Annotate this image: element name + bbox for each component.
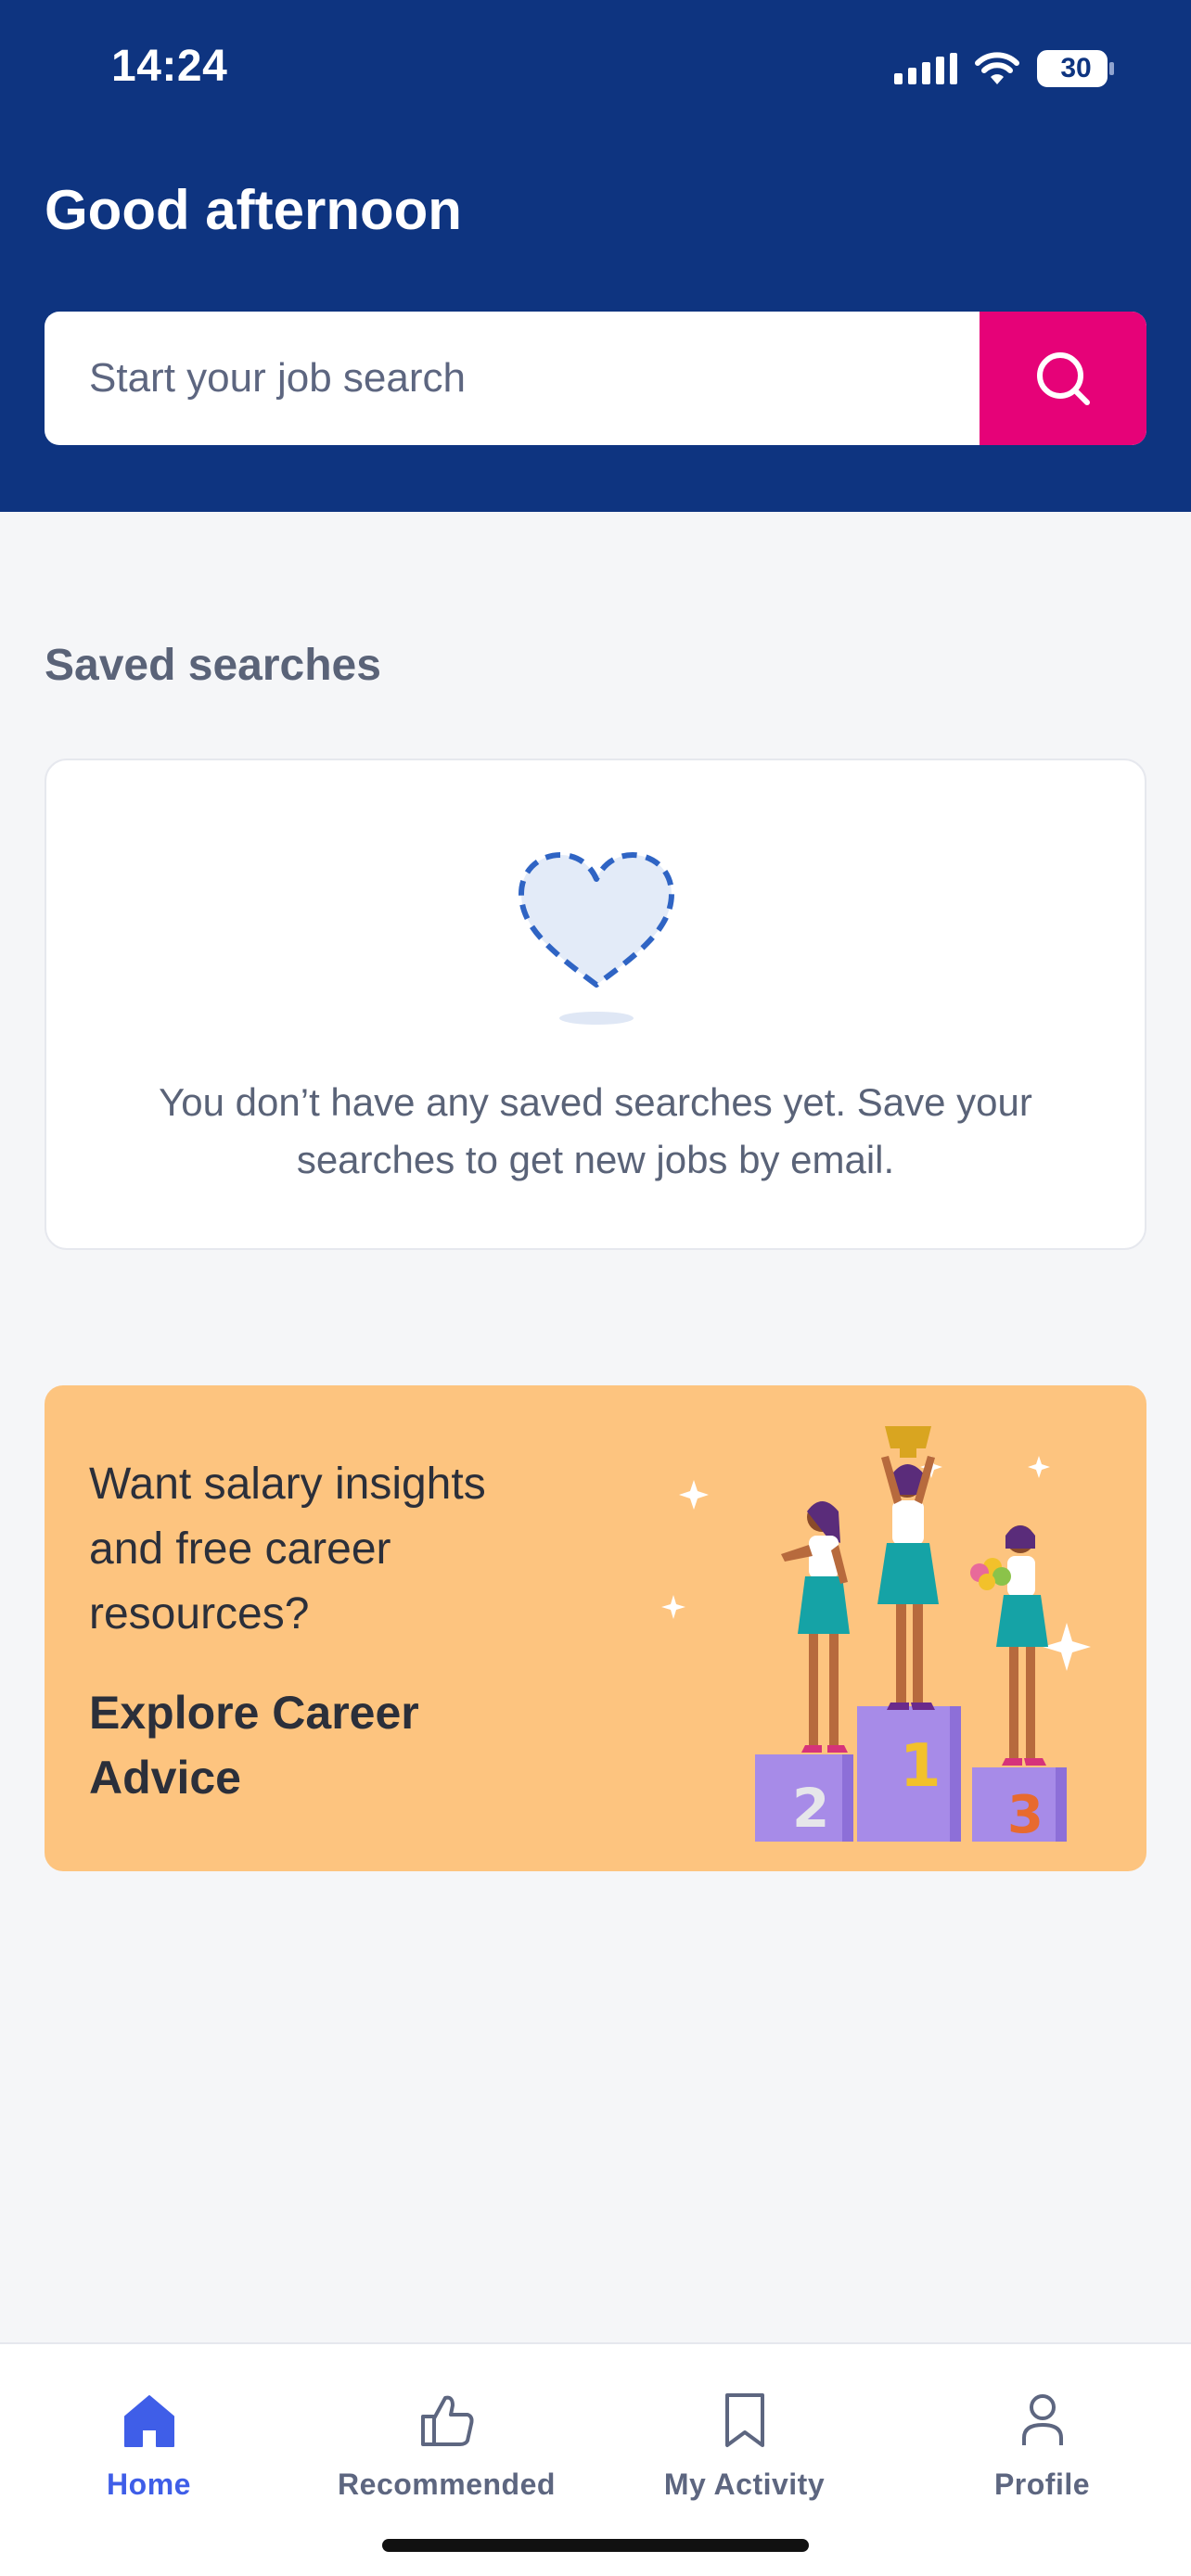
signal-icon <box>894 53 957 84</box>
app-screen: 14:24 30 Good afternoon Start your job s… <box>0 0 1191 2576</box>
nav-item-profile[interactable]: Profile <box>893 2363 1191 2502</box>
career-advice-banner[interactable]: Want salary insights and free career res… <box>45 1385 1146 1871</box>
header: 14:24 30 Good afternoon Start your job s… <box>0 0 1191 512</box>
nav-label-recommended: Recommended <box>338 2468 556 2501</box>
nav-item-recommended[interactable]: Recommended <box>298 2363 596 2502</box>
nav-item-home[interactable]: Home <box>0 2363 298 2502</box>
saved-searches-card: You don’t have any saved searches yet. S… <box>45 759 1146 1250</box>
search-bar <box>45 312 1146 445</box>
home-icon <box>119 2389 180 2451</box>
career-banner-text: Want salary insights and free career res… <box>89 1460 486 1639</box>
status-icons: 30 <box>894 46 1115 91</box>
status-time: 14:24 <box>111 42 228 91</box>
wifi-icon <box>974 51 1020 86</box>
status-bar: 14:24 30 <box>0 0 1191 139</box>
nav-item-my-activity[interactable]: My Activity <box>596 2363 893 2502</box>
svg-text:2: 2 <box>792 1777 829 1840</box>
podium-illustration: 2 1 3 <box>657 1419 1121 1855</box>
nav-label-my-activity: My Activity <box>663 2468 826 2501</box>
search-button[interactable] <box>980 312 1146 445</box>
battery-icon: 30 <box>1037 50 1115 87</box>
person-icon <box>1012 2389 1073 2451</box>
nav-label-profile: Profile <box>993 2468 1091 2501</box>
heart-icon <box>501 846 692 1031</box>
battery-level: 30 <box>1060 53 1092 83</box>
saved-searches-title: Saved searches <box>45 641 381 690</box>
svg-text:1: 1 <box>900 1732 941 1801</box>
saved-searches-empty-message: You don’t have any saved searches yet. S… <box>159 1080 1032 1181</box>
bookmark-icon <box>714 2389 775 2451</box>
search-input[interactable] <box>45 312 980 445</box>
greeting-title: Good afternoon <box>45 179 462 241</box>
thumbs-up-icon <box>416 2389 478 2451</box>
home-indicator[interactable] <box>382 2539 809 2552</box>
search-icon <box>1037 352 1090 405</box>
svg-text:3: 3 <box>1007 1785 1044 1845</box>
explore-career-advice-link[interactable]: Explore Career Advice <box>89 1680 553 1810</box>
nav-label-home: Home <box>107 2468 191 2501</box>
